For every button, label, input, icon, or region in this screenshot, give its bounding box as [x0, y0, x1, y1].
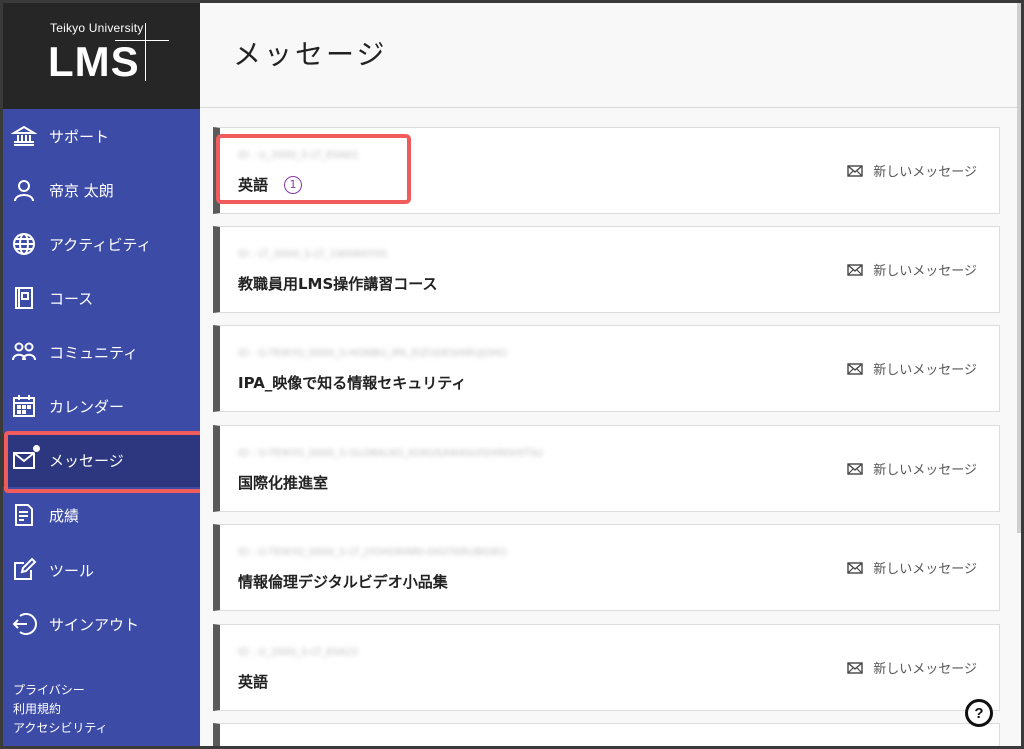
- new-message-label: 新しいメッセージ: [873, 363, 977, 378]
- course-title: 英語: [238, 673, 269, 691]
- new-message-button[interactable]: 新しいメッセージ: [847, 658, 977, 677]
- highlight-box-messages: [4, 431, 206, 493]
- new-message-label: 新しいメッセージ: [873, 662, 977, 677]
- sidebar-item-label: サインアウト: [49, 615, 140, 634]
- course-card[interactable]: ID : U_2000_S-LT_E0A22 英語 新しいメッセージ: [213, 624, 1000, 711]
- sidebar-item-label: サポート: [49, 127, 110, 146]
- footer-links: プライバシー 利用規約 アクセシビリティ: [13, 681, 108, 738]
- grades-icon: [11, 502, 37, 528]
- course-card[interactable]: ID : G-TEIKYO_0000_S-GLOBALKO_KOKUSAIKAS…: [213, 425, 1000, 512]
- sidebar-item-label: 帝京 太朗: [49, 181, 114, 200]
- bank-icon: [11, 123, 37, 149]
- accessibility-link[interactable]: アクセシビリティ: [13, 719, 108, 738]
- user-icon: [11, 177, 37, 203]
- course-id: ID : G-TEIKYO_0000_S-HONBU_IPA_EIZODESHI…: [238, 348, 507, 359]
- university-name: Teikyo University: [50, 21, 144, 35]
- envelope-icon: [847, 263, 863, 276]
- new-message-button[interactable]: 新しいメッセージ: [847, 558, 977, 577]
- sidebar-item-support[interactable]: サポート: [3, 109, 200, 163]
- sidebar-item-activity[interactable]: アクティビティ: [3, 217, 200, 271]
- scrollbar[interactable]: [1017, 3, 1021, 533]
- main-content: メッセージ ID : U_2000_S-LT_E0A01 英語 1 新しいメッセ…: [200, 3, 1021, 746]
- course-name[interactable]: IPA_映像で知る情報セキュリティ: [238, 372, 466, 393]
- course-title: 情報倫理デジタルビデオ小品集: [238, 573, 448, 591]
- sidebar-item-label: アクティビティ: [49, 235, 152, 254]
- privacy-link[interactable]: プライバシー: [13, 681, 108, 700]
- course-name[interactable]: 教職員用LMS操作講習コース: [238, 273, 438, 294]
- envelope-icon: [847, 561, 863, 574]
- help-button[interactable]: ?: [965, 699, 993, 727]
- edit-icon: [11, 557, 37, 583]
- course-id: ID : G-TEIKYO_0000_S-GLOBALKO_KOKUSAIKAS…: [238, 448, 544, 459]
- course-title: 教職員用LMS操作講習コース: [238, 275, 438, 293]
- new-message-label: 新しいメッセージ: [873, 562, 977, 577]
- course-card[interactable]: ID : LT_0000_S-LT_1W0W0Y0S 教職員用LMS操作講習コー…: [213, 226, 1000, 313]
- envelope-icon: [847, 462, 863, 475]
- course-id: ID : U_2000_S-LT_E0A22: [238, 647, 359, 658]
- course-card[interactable]: ID : G-TEIKYO_0000_S-HONBU_IPA_EIZODESHI…: [213, 325, 1000, 412]
- sidebar-item-label: カレンダー: [49, 397, 125, 416]
- sidebar-item-signout[interactable]: サインアウト: [3, 597, 200, 651]
- course-card[interactable]: [213, 723, 1000, 746]
- people-icon: [11, 339, 37, 365]
- envelope-icon: [847, 164, 863, 177]
- product-name: LMS: [48, 38, 140, 85]
- new-message-label: 新しいメッセージ: [873, 165, 977, 180]
- new-message-button[interactable]: 新しいメッセージ: [847, 161, 977, 180]
- sidebar-item-label: コミュニティ: [49, 343, 139, 362]
- course-title: 国際化推進室: [238, 474, 329, 492]
- sidebar-item-community[interactable]: コミュニティ: [3, 325, 200, 379]
- new-message-button[interactable]: 新しいメッセージ: [847, 359, 977, 378]
- new-message-label: 新しいメッセージ: [873, 264, 977, 279]
- signout-icon: [11, 611, 37, 637]
- sidebar: Teikyo University LMS サポート 帝京 太朗 アクティビティ: [3, 3, 206, 746]
- course-card[interactable]: ID : G-TEIKYO_0000_S-LT_JYOHORINRI-DIGIT…: [213, 524, 1000, 611]
- terms-link[interactable]: 利用規約: [13, 700, 108, 719]
- course-name[interactable]: 情報倫理デジタルビデオ小品集: [238, 571, 448, 592]
- page-title: メッセージ: [233, 38, 388, 71]
- sidebar-item-label: コース: [49, 289, 94, 308]
- new-message-button[interactable]: 新しいメッセージ: [847, 260, 977, 279]
- envelope-icon: [847, 661, 863, 674]
- course-id: ID : G-TEIKYO_0000_S-LT_JYOHORINRI-DIGIT…: [238, 547, 507, 558]
- sidebar-item-courses[interactable]: コース: [3, 271, 200, 325]
- highlight-box-course: [216, 134, 411, 204]
- globe-icon: [11, 231, 37, 257]
- course-name[interactable]: 英語: [238, 671, 268, 692]
- sidebar-item-calendar[interactable]: カレンダー: [3, 379, 200, 433]
- lms-logo[interactable]: Teikyo University LMS: [3, 3, 200, 109]
- logo-plus-vertical: [145, 23, 146, 81]
- page-header: メッセージ: [200, 3, 1021, 108]
- sidebar-item-label: ツール: [49, 561, 95, 580]
- course-id: ID : LT_0000_S-LT_1W0W0Y0S: [238, 249, 388, 260]
- sidebar-item-profile[interactable]: 帝京 太朗: [3, 163, 200, 217]
- browser-frame: Teikyo University LMS サポート 帝京 太朗 アクティビティ: [3, 3, 1021, 746]
- envelope-icon: [847, 362, 863, 375]
- sidebar-item-grades[interactable]: 成績: [3, 488, 200, 542]
- course-title: IPA_映像で知る情報セキュリティ: [238, 374, 467, 392]
- new-message-button[interactable]: 新しいメッセージ: [847, 459, 977, 478]
- sidebar-item-tools[interactable]: ツール: [3, 543, 200, 597]
- logo-plus-horizontal: [115, 40, 169, 41]
- new-message-label: 新しいメッセージ: [873, 463, 977, 478]
- course-name[interactable]: 国際化推進室: [238, 472, 328, 493]
- book-icon: [11, 285, 37, 311]
- sidebar-item-label: 成績: [49, 506, 80, 525]
- calendar-icon: [11, 393, 37, 419]
